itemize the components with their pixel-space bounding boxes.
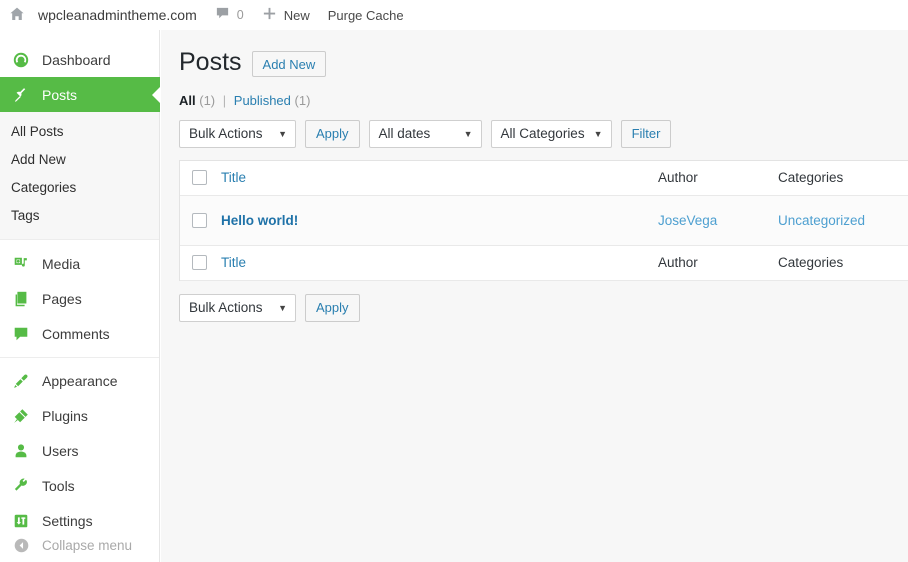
collapse-left-arrow-icon (11, 535, 31, 555)
select-all-checkbox-bottom[interactable] (192, 255, 207, 270)
sidebar-item-pages[interactable]: Pages (0, 281, 159, 316)
chevron-down-icon: ▼ (278, 129, 287, 139)
sidebar-item-plugins[interactable]: Plugins (0, 398, 159, 433)
admin-bar: wpcleanadmintheme.com 0 New Purge Cache (0, 0, 908, 30)
sidebar-item-appearance[interactable]: Appearance (0, 363, 159, 398)
chevron-down-icon: ▼ (278, 303, 287, 313)
row-title-cell: Hello world! (219, 213, 658, 228)
posts-table: Title Author Categories Hello world! Jos… (179, 160, 908, 281)
sidebar-subitem-add-new[interactable]: Add New (0, 146, 159, 174)
active-menu-pointer (150, 77, 160, 112)
apply-button-bottom[interactable]: Apply (305, 294, 360, 322)
add-new-button[interactable]: Add New (252, 51, 327, 77)
sidebar-item-dashboard[interactable]: Dashboard (0, 42, 159, 77)
sidebar-submenu-posts: All Posts Add New Categories Tags (0, 112, 159, 240)
new-label: New (284, 8, 310, 23)
paintbrush-icon (11, 371, 31, 391)
select-all-checkbox-cell-bottom (180, 255, 219, 270)
table-nav-top: Bulk Actions ▼ Apply All dates ▼ All Cat… (179, 120, 908, 148)
date-filter-value: All dates (379, 126, 431, 141)
collapse-menu-button[interactable]: Collapse menu (0, 528, 132, 562)
page-title: Posts (179, 46, 242, 79)
sidebar-item-label: Plugins (42, 409, 88, 423)
bulk-actions-select-top[interactable]: Bulk Actions ▼ (179, 120, 296, 148)
column-header-author-bottom: Author (658, 255, 778, 270)
pin-icon (11, 85, 31, 105)
plug-icon (11, 406, 31, 426)
sidebar-item-label: Comments (42, 327, 110, 341)
sidebar-item-label: Dashboard (42, 53, 111, 67)
view-all-count: (1) (199, 93, 215, 108)
sidebar-item-label: Posts (42, 88, 77, 102)
comment-bubble-icon (11, 324, 31, 344)
sidebar-item-label: Tools (42, 479, 75, 493)
column-header-title-top[interactable]: Title (219, 170, 658, 185)
sidebar-subitem-categories[interactable]: Categories (0, 174, 159, 202)
select-all-checkbox-cell-top (180, 170, 219, 185)
chevron-down-icon: ▼ (464, 129, 473, 139)
sidebar-item-tools[interactable]: Tools (0, 468, 159, 503)
column-header-author-top: Author (658, 170, 778, 185)
post-author-link[interactable]: JoseVega (658, 213, 717, 228)
bulk-actions-select-bottom[interactable]: Bulk Actions ▼ (179, 294, 296, 322)
category-filter-value: All Categories (501, 126, 585, 141)
post-category-link[interactable]: Uncategorized (778, 213, 865, 228)
site-name-label: wpcleanadmintheme.com (32, 7, 197, 23)
purge-cache-menu[interactable]: Purge Cache (319, 0, 413, 30)
sidebar-item-label: Appearance (42, 374, 118, 388)
sidebar-subitem-tags[interactable]: Tags (0, 202, 159, 230)
media-icon (11, 254, 31, 274)
plus-icon (262, 6, 277, 24)
bulk-actions-value: Bulk Actions (189, 300, 263, 315)
table-header-row: Title Author Categories (180, 161, 908, 196)
comment-bubble-icon (215, 6, 230, 24)
row-categories-cell: Uncategorized (778, 213, 908, 228)
collapse-menu-label: Collapse menu (42, 538, 132, 553)
wrench-icon (11, 476, 31, 496)
apply-button-top[interactable]: Apply (305, 120, 360, 148)
sidebar-item-posts[interactable]: Posts (0, 77, 160, 112)
date-filter-select[interactable]: All dates ▼ (369, 120, 482, 148)
select-all-checkbox-top[interactable] (192, 170, 207, 185)
post-title-link[interactable]: Hello world! (221, 213, 298, 228)
row-checkbox[interactable] (192, 213, 207, 228)
new-content-menu[interactable]: New (253, 0, 319, 30)
sidebar-item-label: Users (42, 444, 79, 458)
comments-count: 0 (237, 8, 244, 22)
view-published-label[interactable]: Published (234, 93, 291, 108)
table-nav-bottom: Bulk Actions ▼ Apply (179, 294, 908, 322)
home-icon (9, 6, 25, 25)
user-icon (11, 441, 31, 461)
filter-button[interactable]: Filter (621, 120, 672, 148)
sidebar-subitem-all-posts[interactable]: All Posts (0, 118, 159, 146)
category-filter-select[interactable]: All Categories ▼ (491, 120, 612, 148)
purge-cache-label: Purge Cache (328, 8, 404, 23)
view-filter-links: All (1) | Published (1) (179, 93, 908, 108)
dashboard-gauge-icon (11, 50, 31, 70)
sidebar-item-users[interactable]: Users (0, 433, 159, 468)
sidebar-item-label: Media (42, 257, 80, 271)
chevron-down-icon: ▼ (594, 129, 603, 139)
sidebar-item-comments[interactable]: Comments (0, 316, 159, 351)
table-row: Hello world! JoseVega Uncategorized (180, 196, 908, 246)
table-footer-row: Title Author Categories (180, 246, 908, 281)
site-name-menu[interactable]: wpcleanadmintheme.com (0, 0, 206, 30)
main-content: Posts Add New All (1) | Published (1) Bu… (161, 30, 908, 562)
view-divider: | (219, 93, 230, 108)
column-header-title-bottom[interactable]: Title (219, 255, 658, 270)
row-author-cell: JoseVega (658, 213, 778, 228)
bulk-actions-value: Bulk Actions (189, 126, 263, 141)
column-header-categories-bottom: Categories (778, 255, 908, 270)
sidebar-item-media[interactable]: Media (0, 246, 159, 281)
admin-sidebar: Dashboard Posts All Posts Add New Catego… (0, 30, 160, 562)
page-header: Posts Add New (179, 46, 908, 79)
sidebar-item-label: Settings (42, 514, 93, 528)
comments-menu[interactable]: 0 (206, 0, 253, 30)
column-header-categories-top: Categories (778, 170, 908, 185)
view-all-label[interactable]: All (179, 93, 196, 108)
row-checkbox-cell (180, 213, 219, 228)
pages-icon (11, 289, 31, 309)
sidebar-item-label: Pages (42, 292, 82, 306)
view-published-count: (1) (295, 93, 311, 108)
